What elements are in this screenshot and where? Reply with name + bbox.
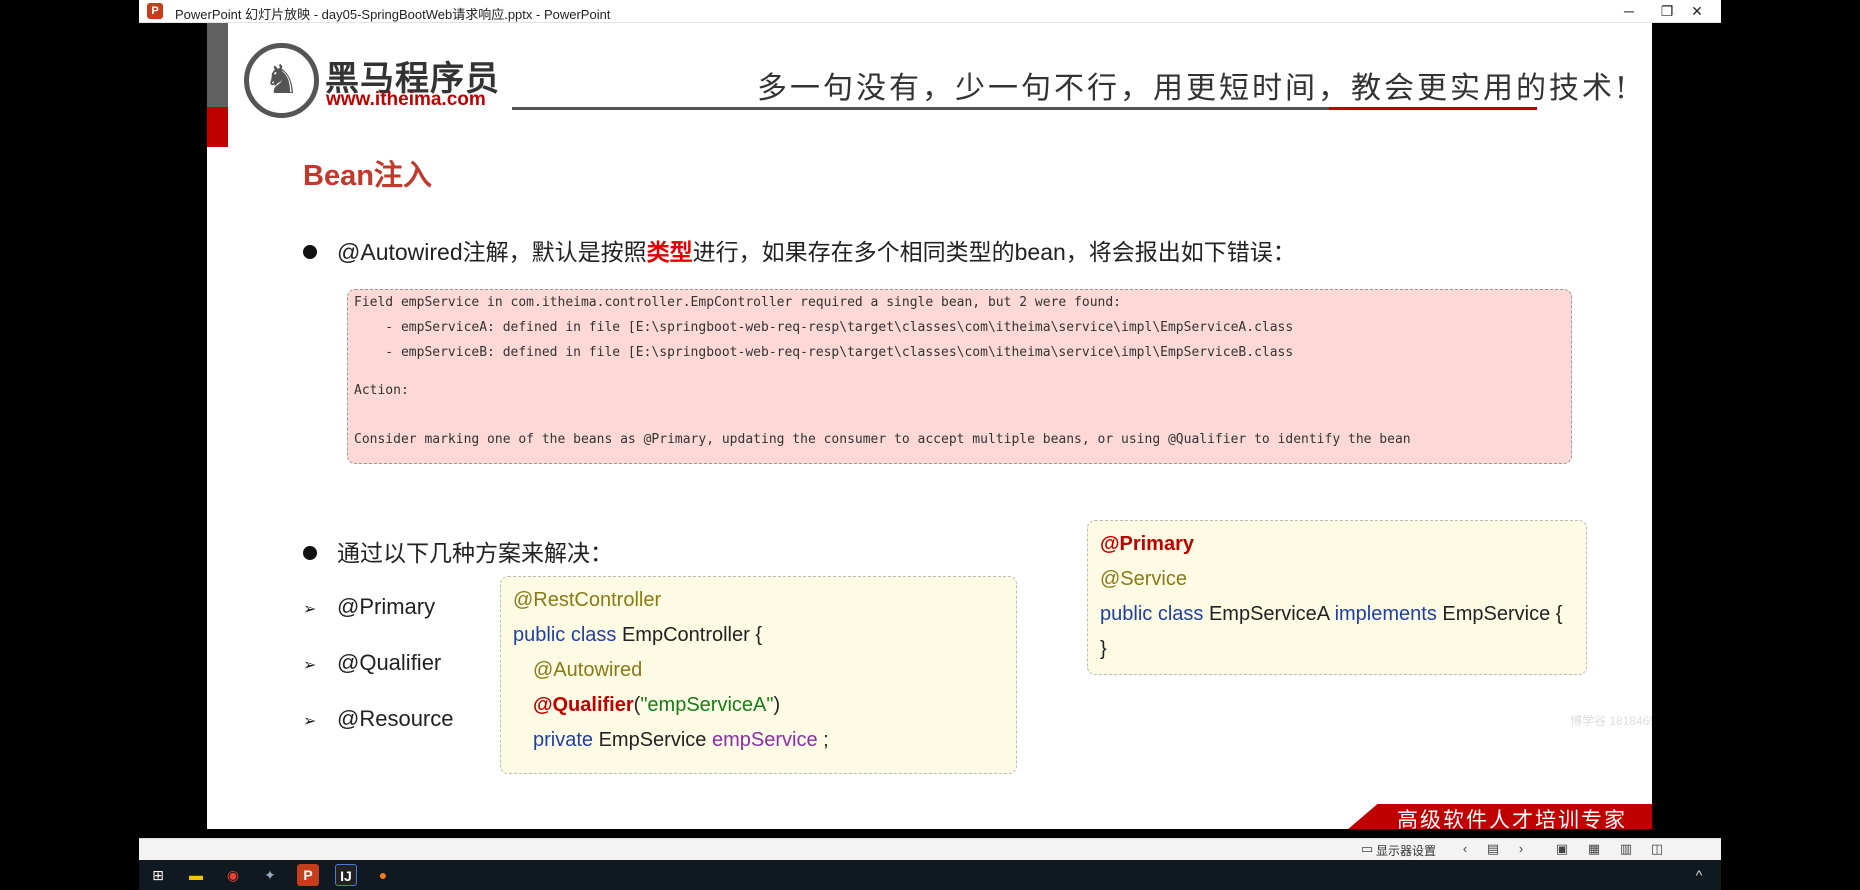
- solution-qualifier: ➢ @Qualifier: [303, 650, 442, 675]
- solution-primary: ➢ @Primary: [303, 594, 436, 619]
- bullet-dot-icon: [303, 545, 317, 560]
- error-line: Field empService in com.itheima.controll…: [354, 295, 1122, 310]
- viewer-watermark: 博学谷 1818469 正在观看视频: [1570, 714, 1652, 728]
- display-settings-icon: ▭: [1360, 841, 1374, 856]
- decor-bar-gray: [207, 23, 228, 107]
- slogan: 多一句没有，少一句不行，用更短时间，教会更实用的技术!: [757, 71, 1631, 106]
- slideshow-view-icon[interactable]: ◫: [1648, 841, 1666, 857]
- error-line: Action:: [354, 383, 409, 398]
- arrow-bullet-icon: ➢: [303, 713, 317, 730]
- decor-bar-red: [207, 107, 228, 147]
- code-line: @Autowired: [533, 659, 643, 681]
- previous-slide-icon[interactable]: ‹: [1456, 841, 1474, 856]
- next-slide-icon[interactable]: ›: [1512, 841, 1530, 856]
- code-line: }: [1100, 638, 1107, 660]
- slide-menu-icon[interactable]: ▤: [1484, 841, 1502, 857]
- slide[interactable]: ♞ 黑马程序员 www.itheima.com 多一句没有，少一句不行，用更短时…: [207, 23, 1652, 829]
- slide-heading: Bean注入: [303, 160, 432, 192]
- itheima-logo: ♞: [244, 43, 319, 118]
- code-line: private EmpService empService ;: [533, 729, 829, 751]
- header-rule-accent: [1329, 107, 1537, 110]
- normal-view-icon[interactable]: ▣: [1553, 841, 1571, 857]
- bullet-dot-icon: [303, 244, 317, 259]
- postman-icon[interactable]: ●: [372, 864, 394, 886]
- powerpoint-taskbar-icon[interactable]: P: [297, 864, 319, 886]
- arrow-bullet-icon: ➢: [303, 657, 317, 674]
- bullet-solutions: 通过以下几种方案来解决：: [303, 534, 613, 568]
- horse-logo-icon: ♞: [263, 58, 300, 102]
- arrow-bullet-icon: ➢: [303, 601, 317, 618]
- footer-banner-text: 高级软件人才培训专家: [1397, 808, 1627, 829]
- code-line: public class EmpServiceA implements EmpS…: [1100, 603, 1563, 625]
- taskbar: ⊞ ▬ ◉ ✦ P IJ ● ^: [139, 860, 1721, 890]
- code-line: @RestController: [513, 589, 662, 611]
- tray-chevron-up-icon[interactable]: ^: [1688, 864, 1710, 886]
- window-title: PowerPoint 幻灯片放映 - day05-SpringBootWeb请求…: [175, 7, 611, 22]
- windows-start-icon[interactable]: ⊞: [147, 864, 169, 886]
- code-box-qualifier: @RestController public class EmpControll…: [500, 576, 1017, 774]
- code-line: @Qualifier("empServiceA"): [533, 694, 781, 716]
- error-line: Consider marking one of the beans as @Pr…: [354, 432, 1411, 447]
- reading-view-icon[interactable]: ▥: [1617, 841, 1635, 857]
- slide-sorter-icon[interactable]: ▦: [1585, 841, 1603, 857]
- highlight-type: 类型: [646, 239, 693, 265]
- file-explorer-icon[interactable]: ▬: [185, 864, 207, 886]
- intellij-idea-icon[interactable]: IJ: [335, 864, 357, 886]
- bullet-autowired: @Autowired注解，默认是按照类型进行，如果存在多个相同类型的bean，将…: [303, 233, 1296, 267]
- code-line: public class EmpController {: [513, 624, 763, 646]
- code-box-primary: @Primary @Service public class EmpServic…: [1087, 520, 1587, 675]
- error-message-box: Field empService in com.itheima.controll…: [347, 289, 1572, 464]
- close-button[interactable]: ✕: [1674, 0, 1720, 23]
- solution-resource: ➢ @Resource: [303, 706, 454, 731]
- code-line: @Primary: [1100, 533, 1194, 555]
- app-bird-icon[interactable]: ✦: [259, 864, 281, 886]
- code-line: @Service: [1100, 568, 1187, 590]
- display-settings-button[interactable]: 显示器设置: [1376, 842, 1436, 859]
- error-line: - empServiceA: defined in file [E:\sprin…: [354, 320, 1294, 335]
- error-line: - empServiceB: defined in file [E:\sprin…: [354, 345, 1294, 360]
- brand-url: www.itheima.com: [326, 89, 486, 110]
- powerpoint-app-icon: P: [147, 3, 163, 19]
- chrome-icon[interactable]: ◉: [222, 864, 244, 886]
- window-title-bar: P PowerPoint 幻灯片放映 - day05-SpringBootWeb…: [139, 0, 1721, 23]
- slideshow-status-bar: ▭ 显示器设置 ‹ ▤ › ▣ ▦ ▥ ◫: [139, 838, 1721, 860]
